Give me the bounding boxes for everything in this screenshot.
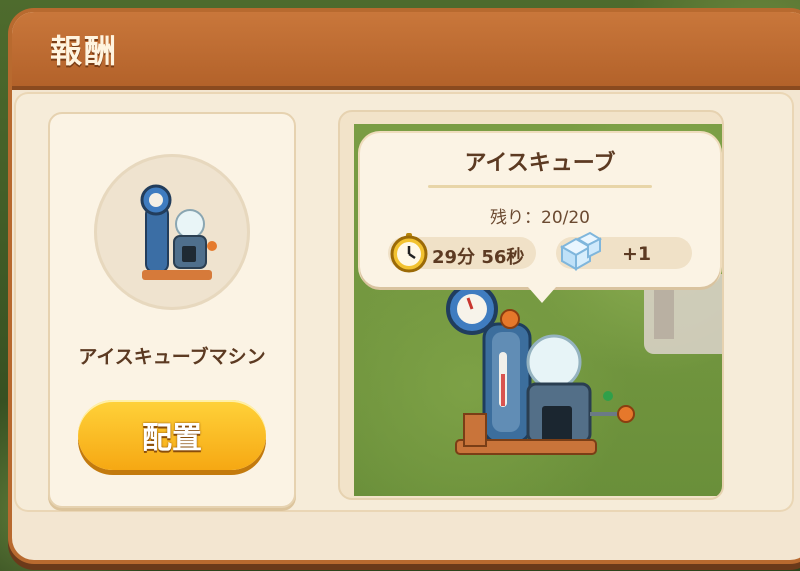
panel-title: 報酬: [50, 32, 119, 70]
ice-cube-icon: [559, 231, 603, 271]
stopwatch-icon: [390, 233, 428, 273]
reward-item-card: アイスキューブマシン 配置: [48, 112, 296, 508]
ice-cube-machine-icon: [140, 184, 217, 280]
reward-amount: +1: [622, 243, 652, 265]
item-icon-frame: [94, 154, 250, 310]
production-tooltip: アイスキューブ 残り：20/20 29分 56秒 +1: [360, 133, 720, 303]
panel-header: 報酬: [12, 12, 800, 90]
remaining-count: 残り：20/20: [490, 208, 590, 228]
place-button[interactable]: 配置: [78, 400, 266, 470]
title-divider: [428, 185, 652, 188]
production-time: 29分 56秒: [432, 247, 525, 268]
item-name: アイスキューブマシン: [78, 346, 266, 368]
product-name: アイスキューブ: [464, 151, 616, 176]
